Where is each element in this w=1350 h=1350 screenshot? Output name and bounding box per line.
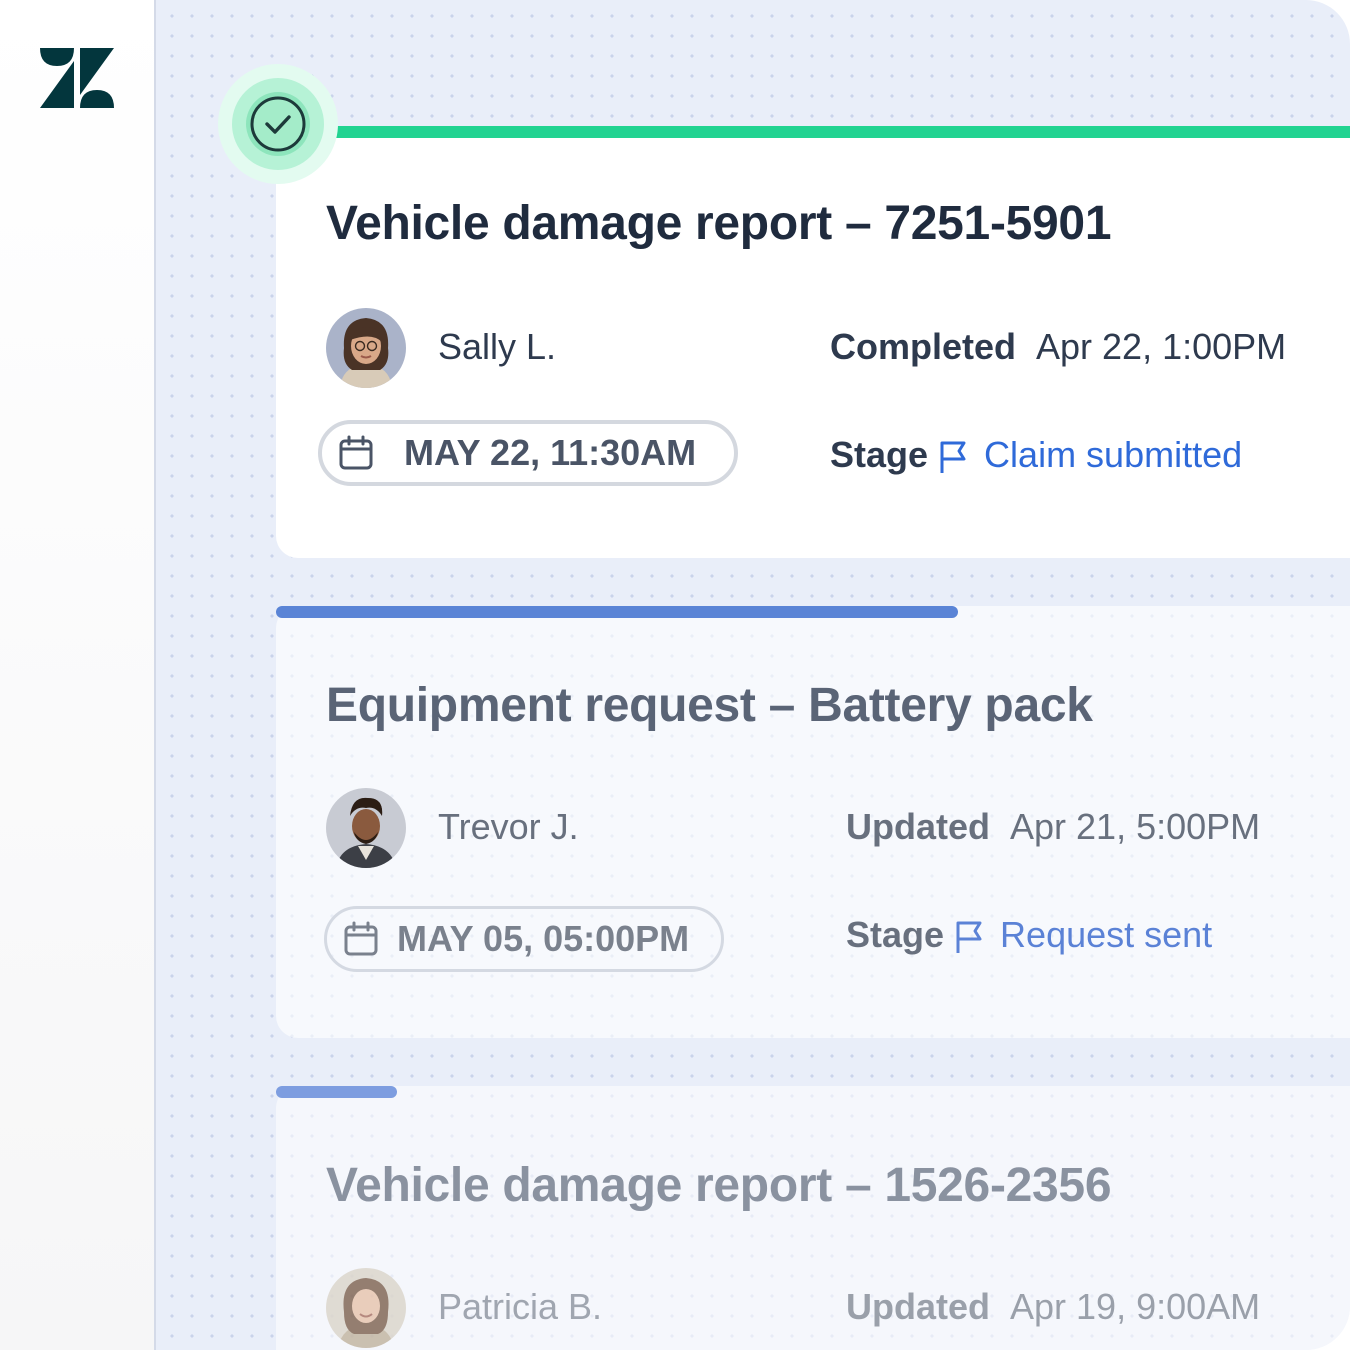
ticket-title: Vehicle damage report – 1526-2356 <box>326 1159 1112 1212</box>
stage-meta: Stage Request sent <box>846 914 1212 956</box>
updated-meta: Updated Apr 19, 9:00AM <box>846 1286 1260 1328</box>
ticket-title: Equipment request – Battery pack <box>326 679 1093 732</box>
ticket-card[interactable]: Vehicle damage report – 1526-2356 Patric… <box>276 1086 1350 1350</box>
sidebar <box>0 0 156 1350</box>
app-frame: Vehicle damage report – 7251-5901 Sally … <box>0 0 1350 1350</box>
updated-label: Updated <box>846 1286 990 1327</box>
due-date-pill[interactable]: MAY 05, 05:00PM <box>324 906 724 972</box>
ticket-card[interactable]: Vehicle damage report – 7251-5901 Sally … <box>276 126 1350 558</box>
stage-label: Stage <box>846 914 945 955</box>
avatar <box>326 1268 406 1348</box>
updated-value: Apr 19, 9:00AM <box>1010 1286 1261 1327</box>
calendar-icon <box>344 921 378 956</box>
updated-meta: Updated Apr 21, 5:00PM <box>846 806 1260 848</box>
check-icon <box>250 96 306 152</box>
completed-meta: Completed Apr 22, 1:00PM <box>830 326 1286 368</box>
updated-value: Apr 21, 5:00PM <box>1010 806 1261 847</box>
assignee-name: Sally L. <box>438 326 557 367</box>
flag-icon <box>940 441 966 474</box>
due-date: MAY 22, 11:30AM <box>404 432 697 473</box>
zendesk-logo-icon[interactable] <box>40 48 114 108</box>
calendar-icon <box>339 435 373 470</box>
progress-bar <box>276 606 958 618</box>
updated-label: Updated <box>846 806 990 847</box>
assignee-name: Patricia B. <box>438 1286 603 1327</box>
assignee-name: Trevor J. <box>438 806 579 847</box>
completed-label: Completed <box>830 326 1017 367</box>
stage-value[interactable]: Claim submitted <box>984 434 1242 475</box>
stage-label: Stage <box>830 434 929 475</box>
due-date-pill[interactable]: MAY 22, 11:30AM <box>318 420 738 486</box>
progress-bar <box>276 1086 397 1098</box>
completed-value: Apr 22, 1:00PM <box>1036 326 1287 367</box>
avatar <box>326 788 406 868</box>
progress-bar-complete <box>332 126 1350 138</box>
completed-badge <box>218 64 338 184</box>
ticket-card[interactable]: Equipment request – Battery pack Trevor … <box>276 606 1350 1038</box>
stage-value[interactable]: Request sent <box>1000 914 1212 955</box>
flag-icon <box>956 921 982 954</box>
due-date: MAY 05, 05:00PM <box>397 918 690 959</box>
avatar <box>326 308 406 388</box>
stage-meta: Stage Claim submitted <box>830 434 1242 476</box>
ticket-title: Vehicle damage report – 7251-5901 <box>326 197 1112 250</box>
